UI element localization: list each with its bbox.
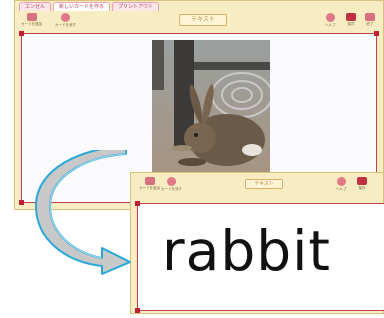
- transition-arrow-icon: [35, 150, 131, 275]
- exit-label: 終了: [366, 22, 374, 26]
- help-icon: [325, 13, 335, 22]
- help-label: ヘルプ: [325, 23, 336, 27]
- exit-button[interactable]: 終了: [365, 13, 375, 27]
- save-icon: [357, 177, 367, 185]
- exit-icon: [365, 13, 375, 21]
- help-button-2[interactable]: ヘルプ: [336, 177, 347, 192]
- tab-3[interactable]: プリントアウト: [112, 2, 160, 11]
- add-card-icon: [144, 177, 155, 185]
- add-card-icon: [26, 13, 37, 21]
- corner-marker: [19, 200, 24, 205]
- face-icon: [61, 13, 70, 22]
- tab-bar: エンゼル 新しいカードを作る プリントアウト: [15, 1, 383, 11]
- save-label-2: 保存: [358, 186, 366, 190]
- add-card-label-2: カードを追加: [139, 186, 160, 190]
- face-icon: [167, 177, 176, 186]
- corner-marker: [135, 308, 140, 313]
- save-label: 保存: [347, 22, 355, 26]
- card-word[interactable]: rabbit: [162, 216, 331, 286]
- add-card-button-2[interactable]: カードを追加: [139, 177, 160, 191]
- mode-selector-2[interactable]: テキスト: [245, 179, 283, 189]
- tab-1[interactable]: エンゼル: [19, 2, 52, 11]
- delete-card-label: カードを消す: [55, 23, 76, 27]
- tab-2[interactable]: 新しいカードを作る: [53, 2, 111, 11]
- save-button-2[interactable]: 保存: [357, 177, 367, 191]
- delete-card-button-2[interactable]: カードを消す: [161, 177, 182, 192]
- delete-card-button[interactable]: カードを消す: [55, 13, 76, 28]
- mode-selector[interactable]: テキスト: [179, 14, 227, 26]
- corner-marker: [374, 31, 379, 36]
- toolbar: カードを追加 カードを消す テキスト ヘルプ 保存 終了: [15, 11, 383, 29]
- help-icon: [336, 177, 346, 186]
- help-button[interactable]: ヘルプ: [325, 13, 336, 28]
- editor-window-text: カードを追加 カードを消す テキスト ヘルプ 保存 rabbit: [130, 172, 384, 314]
- add-card-button[interactable]: カードを追加: [21, 13, 42, 27]
- card-canvas-text[interactable]: rabbit: [135, 201, 384, 313]
- rabbit-photo[interactable]: [152, 40, 270, 180]
- save-icon: [346, 13, 356, 21]
- toolbar-secondary: カードを追加 カードを消す テキスト ヘルプ 保存: [131, 175, 383, 193]
- rabbit-photo-drawing: [152, 40, 270, 180]
- corner-marker: [19, 31, 24, 36]
- save-button[interactable]: 保存: [346, 13, 356, 27]
- delete-card-label-2: カードを消す: [161, 187, 182, 191]
- add-card-label: カードを追加: [21, 22, 42, 26]
- help-label-2: ヘルプ: [336, 187, 347, 191]
